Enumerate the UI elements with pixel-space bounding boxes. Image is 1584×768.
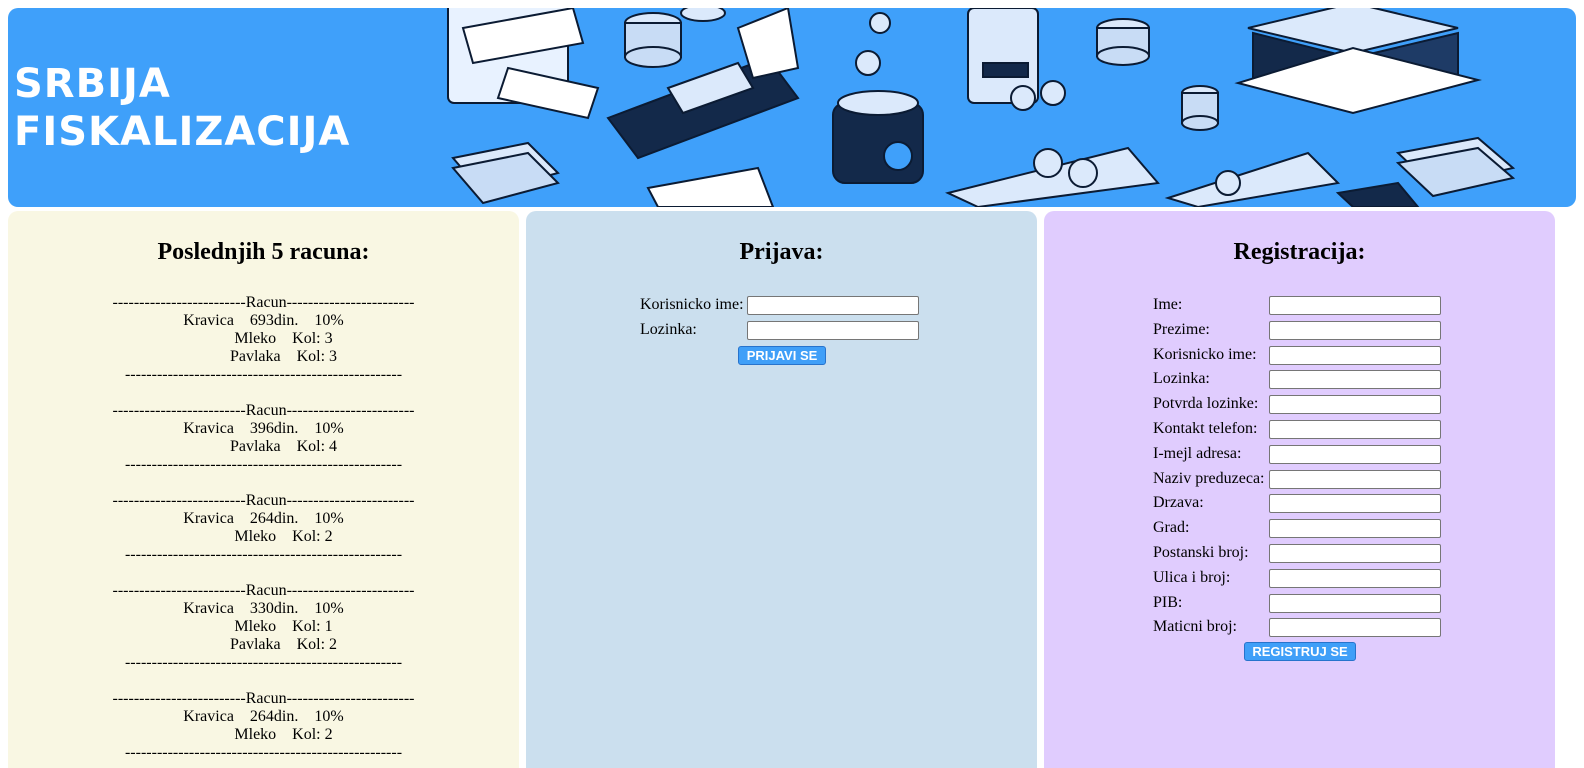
phone-receive-icon <box>1164 151 1341 207</box>
registration-field-input[interactable] <box>1269 420 1441 439</box>
registration-field-label: Postanski broj: <box>1153 544 1249 561</box>
registration-field-input[interactable] <box>1269 395 1441 415</box>
registration-field-label: Korisnicko ime: <box>1153 345 1257 363</box>
registration-field-input[interactable] <box>1269 345 1441 365</box>
registration-field-input[interactable] <box>1269 444 1441 464</box>
receipt-footer: ----------------------------------------… <box>124 654 403 671</box>
registration-field-label: Grad: <box>1153 519 1190 537</box>
coin-jar-icon <box>832 12 924 184</box>
receipt-item: Mleko Kol: 2 <box>194 528 333 545</box>
registration-field-input[interactable] <box>1269 296 1441 315</box>
coin-stack-icon <box>624 8 726 68</box>
phone-card-icon <box>447 8 600 120</box>
registration-field-label: Naziv preduzeca: <box>1153 469 1265 487</box>
receipt-header: -------------------------Racun----------… <box>112 492 415 509</box>
receipt-item: Mleko Kol: 3 <box>194 330 333 347</box>
registration-field-input[interactable] <box>1269 568 1441 588</box>
registration-field-label: I-mejl adresa: <box>1153 444 1242 462</box>
receipt-summary: Kravica 693din. 10% <box>183 312 344 329</box>
registration-field-label: Lozinka: <box>1153 370 1210 388</box>
login-heading: Prijava: <box>739 239 824 265</box>
receipt-block: -------------------------Racun----------… <box>8 582 519 672</box>
registration-field-input[interactable] <box>1269 519 1441 539</box>
registration-field-label: Potvrda lozinke: <box>1153 395 1259 413</box>
receipt-summary: Kravica 396din. 10% <box>183 420 344 437</box>
receipt-icon <box>646 166 775 207</box>
registration-field-label: Ime: <box>1153 296 1183 313</box>
login-field-label: Lozinka: <box>640 321 697 338</box>
recent-receipts-panel: Poslednjih 5 racuna: -------------------… <box>8 211 519 768</box>
header-banner: SRBIJA FISKALIZACIJA <box>8 8 1576 207</box>
receipts-list: -------------------------Racun----------… <box>8 294 519 768</box>
receipt-block: -------------------------Racun----------… <box>8 492 519 564</box>
login-panel: Prijava: Korisnicko ime: Lozinka: PRIJAVI… <box>526 211 1037 768</box>
receipt-header: -------------------------Racun----------… <box>112 294 415 311</box>
banknote-icon <box>451 141 560 205</box>
receipt-block: -------------------------Racun----------… <box>8 690 519 762</box>
registration-field-label: Maticni broj: <box>1153 618 1237 636</box>
receipt-block: -------------------------Racun----------… <box>8 402 519 474</box>
receipt-header: -------------------------Racun----------… <box>112 582 415 599</box>
registration-field-input[interactable] <box>1269 320 1441 340</box>
receipt-item: Pavlaka Kol: 3 <box>189 348 338 365</box>
registration-panel: Registracija: Ime: Prezime: Korisnicko ime… <box>1044 211 1555 768</box>
login-field-input[interactable] <box>747 321 919 340</box>
receipt-footer: ----------------------------------------… <box>124 744 403 761</box>
receipt-item: Pavlaka Kol: 2 <box>189 636 338 653</box>
receipt-footer: ----------------------------------------… <box>124 456 403 473</box>
receipt-summary: Kravica 264din. 10% <box>183 708 344 725</box>
registration-field-input[interactable] <box>1269 544 1441 563</box>
registration-field-label: Ulica i broj: <box>1153 568 1231 586</box>
banknote-icon-2 <box>1395 136 1516 198</box>
registration-field-input[interactable] <box>1269 593 1441 613</box>
phone-send-icon <box>945 146 1160 207</box>
receipt-summary: Kravica 330din. 10% <box>183 600 344 617</box>
wallet-icon <box>1335 181 1420 207</box>
receipt-item: Pavlaka Kol: 4 <box>189 438 338 455</box>
registration-field-label: Drzava: <box>1153 494 1204 512</box>
registration-field-label: Prezime: <box>1153 320 1210 338</box>
receipt-footer: ----------------------------------------… <box>124 366 403 383</box>
receipt-header: -------------------------Racun----------… <box>112 690 415 707</box>
banner-illustration <box>447 8 1516 207</box>
receipt-item: Mleko Kol: 1 <box>194 618 333 635</box>
receipts-heading: Poslednjih 5 racuna: <box>157 239 370 265</box>
receipt-item: Mleko Kol: 2 <box>194 726 333 743</box>
receipt-summary: Kravica 264din. 10% <box>183 510 344 527</box>
login-field-input[interactable] <box>747 296 919 315</box>
bank-building-icon <box>1234 8 1482 115</box>
registration-field-input[interactable] <box>1269 370 1441 390</box>
login-button[interactable]: PRIJAVI SE <box>738 346 826 365</box>
login-field-label: Korisnicko ime: <box>640 296 744 313</box>
registration-field-label: Kontakt telefon: <box>1153 420 1258 437</box>
banner-title: SRBIJA FISKALIZACIJA <box>14 61 351 155</box>
coin-stack-icon-2 <box>1096 18 1219 131</box>
registration-field-input[interactable] <box>1269 494 1441 514</box>
registration-field-input[interactable] <box>1269 469 1441 489</box>
receipt-footer: ----------------------------------------… <box>124 546 403 563</box>
registration-heading: Registracija: <box>1233 239 1366 265</box>
receipt-block: -------------------------Racun----------… <box>8 294 519 384</box>
registration-field-label: PIB: <box>1153 593 1183 611</box>
register-button[interactable]: REGISTRUJ SE <box>1244 642 1356 662</box>
phone-cashback-icon <box>967 8 1066 111</box>
receipt-header: -------------------------Racun----------… <box>112 402 415 419</box>
registration-field-input[interactable] <box>1269 618 1441 638</box>
